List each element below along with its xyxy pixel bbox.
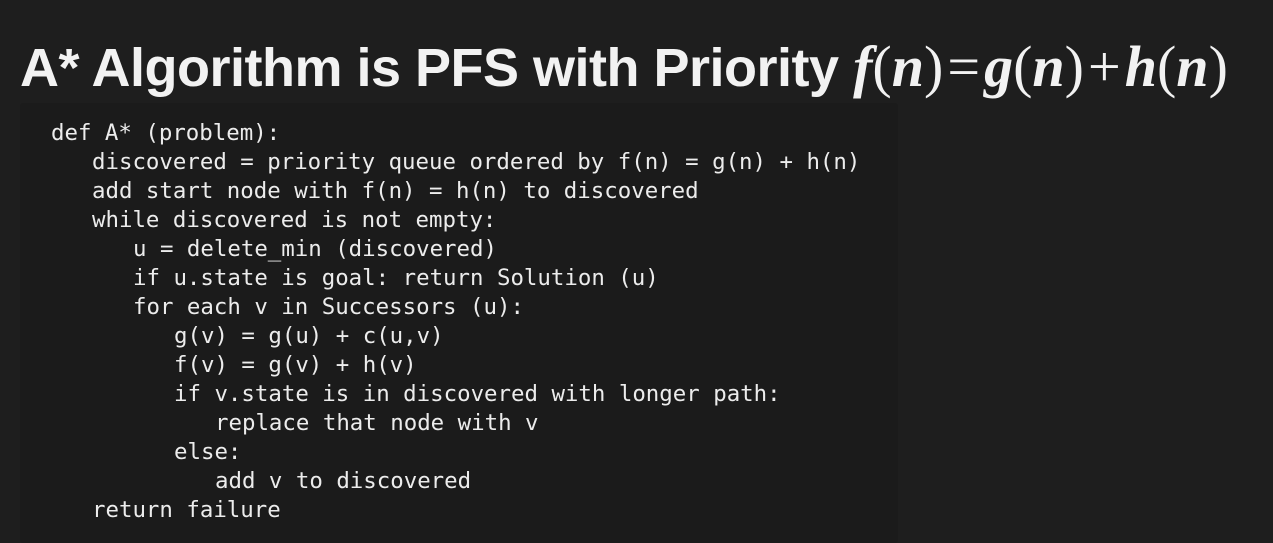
slide-title: A* Algorithm is PFS with Priority f(n)=g… xyxy=(20,34,1228,99)
formula-rparen-1: ) xyxy=(924,34,944,100)
code-line-else: else: xyxy=(174,439,242,465)
code-line-add-v: add v to discovered xyxy=(215,468,472,494)
code-line-replace: replace that node with v xyxy=(215,410,539,436)
code-line-if-longer-path: if v.state is in discovered with longer … xyxy=(174,381,781,407)
code-line-f-update: f(v) = g(v) + h(v) xyxy=(174,352,417,378)
formula-f: f xyxy=(853,34,873,100)
formula-rparen-3: ) xyxy=(1208,34,1228,100)
priority-formula: f(n)=g(n)+h(n) xyxy=(853,34,1228,99)
formula-n-2: n xyxy=(1032,34,1065,100)
formula-rparen-2: ) xyxy=(1064,34,1084,100)
code-line-discovered-init: discovered = priority queue ordered by f… xyxy=(92,149,861,175)
code-line-def: def A* (problem): xyxy=(51,120,281,146)
code-line-add-start: add start node with f(n) = h(n) to disco… xyxy=(92,178,699,204)
formula-n-3: n xyxy=(1176,34,1209,100)
formula-plus: + xyxy=(1087,34,1121,100)
code-line-while: while discovered is not empty: xyxy=(92,207,497,233)
code-line-return-failure: return failure xyxy=(92,497,281,523)
formula-lparen-2: ( xyxy=(1013,34,1033,100)
code-line-for-successors: for each v in Successors (u): xyxy=(133,294,524,320)
formula-equals: = xyxy=(947,34,981,100)
code-line-goal-check: if u.state is goal: return Solution (u) xyxy=(133,265,659,291)
formula-g: g xyxy=(984,34,1014,100)
formula-lparen-1: ( xyxy=(872,34,892,100)
formula-n-1: n xyxy=(891,34,925,100)
code-line-delete-min: u = delete_min (discovered) xyxy=(133,236,497,262)
formula-h: h xyxy=(1124,34,1157,100)
code-line-g-update: g(v) = g(u) + c(u,v) xyxy=(174,323,444,349)
pseudocode-block: def A* (problem): discovered = priority … xyxy=(20,103,898,543)
formula-lparen-3: ( xyxy=(1156,34,1177,100)
slide-title-text: A* Algorithm is PFS with Priority xyxy=(20,38,839,99)
